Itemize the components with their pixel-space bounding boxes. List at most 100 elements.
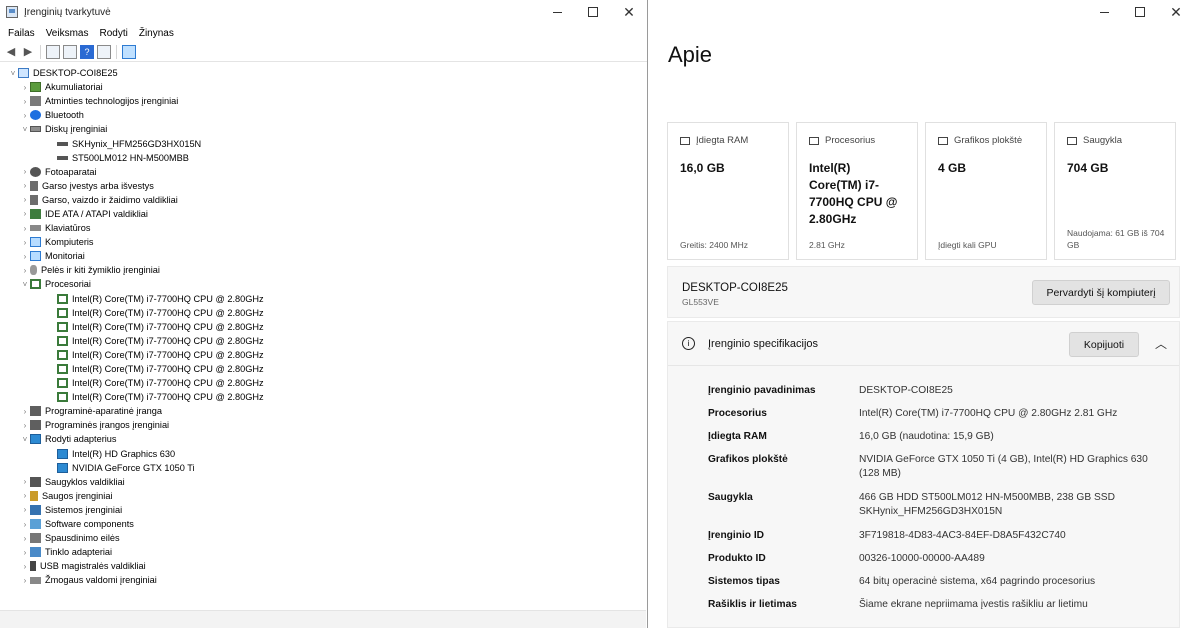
tree-label: Intel(R) Core(TM) i7-7700HQ CPU @ 2.80GH… [72, 293, 264, 304]
tree-category[interactable]: ˅ Procesoriai [0, 277, 646, 291]
minimize-button[interactable] [1086, 0, 1122, 24]
tree-label: Spausdinimo eilės [45, 533, 120, 544]
chevron-down-icon[interactable]: ˅ [8, 69, 18, 78]
tree-device[interactable]: Intel(R) Core(TM) i7-7700HQ CPU @ 2.80GH… [0, 376, 646, 390]
spec-key: Įrenginio pavadinimas [708, 385, 816, 396]
tree-device[interactable]: Intel(R) Core(TM) i7-7700HQ CPU @ 2.80GH… [0, 348, 646, 362]
tree-category[interactable]: › Tinklo adapteriai [0, 545, 646, 559]
tree-category[interactable]: › Software components [0, 517, 646, 531]
device-name-block: DESKTOP-COI8E25 GL553VE Pervardyti šį ko… [667, 266, 1180, 318]
tree-category[interactable]: ˅ Rodyti adapterius [0, 432, 646, 446]
chevron-up-icon[interactable]: ︿ [1155, 335, 1167, 352]
tree-device[interactable]: Intel(R) Core(TM) i7-7700HQ CPU @ 2.80GH… [0, 334, 646, 348]
device-specifications-header[interactable]: i Įrenginio specifikacijos Kopijuoti ︿ [668, 322, 1179, 366]
chevron-right-icon[interactable]: › [20, 477, 30, 486]
menu-help[interactable]: Žinynas [134, 28, 180, 39]
chevron-right-icon[interactable]: › [20, 562, 30, 571]
spec-value: NVIDIA GeForce GTX 1050 Ti (4 GB), Intel… [859, 454, 1148, 479]
chevron-down-icon[interactable]: ˅ [20, 280, 30, 289]
chevron-right-icon[interactable]: › [20, 209, 30, 218]
tree-category[interactable]: › Sistemos įrenginiai [0, 503, 646, 517]
about-window: ✕ Apie Įdiegta RAM 16,0 GB Greitis: 2400… [650, 0, 1200, 628]
chevron-down-icon[interactable]: ˅ [20, 435, 30, 444]
chevron-right-icon[interactable]: › [20, 83, 30, 92]
tree-category[interactable]: › Garso, vaizdo ir žaidimo valdikliai [0, 193, 646, 207]
tree-device[interactable]: Intel(R) Core(TM) i7-7700HQ CPU @ 2.80GH… [0, 390, 646, 404]
tree-label: Procesoriai [45, 279, 91, 290]
close-button[interactable]: ✕ [611, 0, 647, 24]
tree-category[interactable]: › IDE ATA / ATAPI valdikliai [0, 207, 646, 221]
chevron-right-icon[interactable]: › [20, 491, 30, 500]
tree-category[interactable]: › Akumuliatoriai [0, 80, 646, 94]
spec-row: Produkto ID 00326-10000-00000-AA489 [708, 552, 1168, 575]
chevron-right-icon[interactable]: › [20, 238, 30, 247]
chevron-right-icon[interactable]: › [20, 266, 30, 275]
camera-icon [30, 166, 41, 177]
help-icon[interactable]: ? [80, 44, 94, 59]
chevron-right-icon[interactable]: › [20, 224, 30, 233]
device-name: DESKTOP-COI8E25 [682, 282, 788, 294]
tree-category[interactable]: › Garso įvestys arba išvestys [0, 179, 646, 193]
tree-category[interactable]: › Klaviatūros [0, 221, 646, 235]
tree-category[interactable]: ˅ Diskų įrenginiai [0, 122, 646, 136]
tree-device[interactable]: Intel(R) Core(TM) i7-7700HQ CPU @ 2.80GH… [0, 292, 646, 306]
tree-device[interactable]: SKHynix_HFM256GD3HX015N [0, 136, 646, 150]
forward-arrow-icon[interactable]: ▶ [21, 45, 35, 59]
menu-file[interactable]: Failas [3, 28, 41, 39]
back-arrow-icon[interactable]: ◀ [4, 45, 18, 59]
device-list-icon[interactable] [97, 44, 111, 59]
tree-category[interactable]: › Spausdinimo eilės [0, 531, 646, 545]
chevron-right-icon[interactable]: › [20, 576, 30, 585]
chevron-down-icon[interactable]: ˅ [20, 125, 30, 134]
chevron-right-icon[interactable]: › [20, 421, 30, 430]
tree-category[interactable]: › Žmogaus valdomi įrenginiai [0, 573, 646, 587]
tree-category[interactable]: › Fotoaparatai [0, 165, 646, 179]
device-manager-titlebar: Įrenginių tvarkytuvė ✕ [0, 0, 647, 24]
chevron-right-icon[interactable]: › [20, 111, 30, 120]
minimize-button[interactable] [539, 0, 575, 24]
chevron-right-icon[interactable]: › [20, 407, 30, 416]
tree-category[interactable]: › Saugos įrenginiai [0, 489, 646, 503]
chevron-right-icon[interactable]: › [20, 505, 30, 514]
chevron-right-icon[interactable]: › [20, 97, 30, 106]
chevron-right-icon[interactable]: › [20, 548, 30, 557]
copy-button[interactable]: Kopijuoti [1069, 332, 1139, 357]
show-hide-console-tree-icon[interactable] [46, 44, 60, 59]
card-label: Grafikos plokštė [954, 135, 1023, 146]
chevron-right-icon[interactable]: › [20, 195, 30, 204]
close-button[interactable]: ✕ [1158, 0, 1194, 24]
network-icon [30, 547, 41, 558]
tree-category[interactable]: › Monitoriai [0, 249, 646, 263]
chevron-right-icon[interactable]: › [20, 252, 30, 261]
tree-category[interactable]: › Programinė-aparatinė įranga [0, 404, 646, 418]
tree-device[interactable]: Intel(R) Core(TM) i7-7700HQ CPU @ 2.80GH… [0, 306, 646, 320]
scan-hardware-icon[interactable] [122, 44, 136, 59]
tree-category[interactable]: › Saugyklos valdikliai [0, 475, 646, 489]
menu-view[interactable]: Rodyti [94, 28, 133, 39]
maximize-button[interactable] [575, 0, 611, 24]
tree-device[interactable]: Intel(R) HD Graphics 630 [0, 447, 646, 461]
tree-category[interactable]: › Atminties technologijos įrenginiai [0, 94, 646, 108]
tree-device[interactable]: Intel(R) Core(TM) i7-7700HQ CPU @ 2.80GH… [0, 320, 646, 334]
properties-icon[interactable] [63, 44, 77, 59]
chevron-right-icon[interactable]: › [20, 181, 30, 190]
tree-root[interactable]: ˅ DESKTOP-COI8E25 [0, 66, 646, 80]
tree-category[interactable]: › Bluetooth [0, 108, 646, 122]
chevron-right-icon[interactable]: › [20, 534, 30, 543]
tree-device[interactable]: ST500LM012 HN-M500MBB [0, 151, 646, 165]
chevron-right-icon[interactable]: › [20, 520, 30, 529]
menu-action[interactable]: Veiksmas [41, 28, 95, 39]
tree-category[interactable]: › Pelės ir kiti žymiklio įrenginiai [0, 263, 646, 277]
tree-category[interactable]: › USB magistralės valdikliai [0, 559, 646, 573]
tree-label: Intel(R) Core(TM) i7-7700HQ CPU @ 2.80GH… [72, 378, 264, 389]
tree-device[interactable]: Intel(R) Core(TM) i7-7700HQ CPU @ 2.80GH… [0, 362, 646, 376]
rename-pc-button[interactable]: Pervardyti šį kompiuterį [1032, 280, 1170, 305]
maximize-button[interactable] [1122, 0, 1158, 24]
tree-device[interactable]: NVIDIA GeForce GTX 1050 Ti [0, 461, 646, 475]
tree-category[interactable]: › Kompiuteris [0, 235, 646, 249]
spec-row: Įrenginio pavadinimas DESKTOP-COI8E25 [708, 384, 1168, 407]
tree-label: NVIDIA GeForce GTX 1050 Ti [72, 462, 195, 473]
card-footer: Įdiegti kali GPU [938, 240, 997, 250]
tree-category[interactable]: › Programinės įrangos įrenginiai [0, 418, 646, 432]
chevron-right-icon[interactable]: › [20, 167, 30, 176]
